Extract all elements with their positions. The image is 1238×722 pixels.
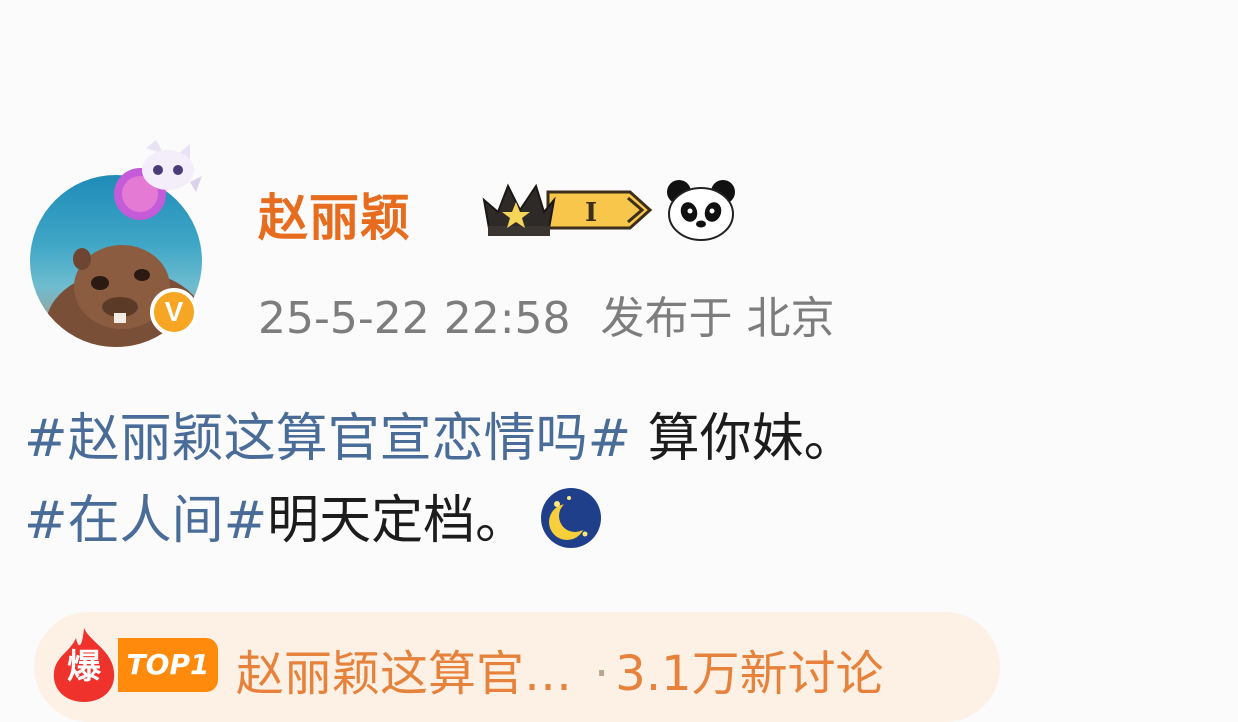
- hot-separator: ·: [594, 646, 610, 702]
- content-line-2: #在人间#明天定档。: [24, 480, 1214, 562]
- post-location: 发布于 北京: [600, 293, 835, 344]
- weibo-post: V 赵丽颖 I 25-5-22 22:58 发布于 北京 #赵丽颖这算官宣恋情吗#…: [0, 0, 1238, 722]
- content-line-1: #赵丽颖这算官宣恋情吗# 算你妹。: [24, 398, 1214, 480]
- hot-search-title: 赵丽颖这算官…: [236, 646, 573, 702]
- hot-discussion-count: 3.1万新讨论: [615, 646, 884, 702]
- post-text-2: 明天定档。: [267, 491, 528, 551]
- post-meta: 25-5-22 22:58 发布于 北京: [258, 282, 865, 346]
- vip-level-label: I: [585, 198, 597, 228]
- cat-pendant-icon: [106, 140, 206, 220]
- post-text-1: 算你妹。: [631, 409, 856, 469]
- panda-icon: [665, 178, 737, 242]
- topic-link-official[interactable]: #赵丽颖这算官宣恋情吗#: [24, 409, 631, 469]
- post-content: #赵丽颖这算官宣恋情吗# 算你妹。 #在人间#明天定档。: [24, 398, 1214, 562]
- avatar[interactable]: V: [30, 140, 210, 350]
- vip-crown-badge-icon[interactable]: I: [478, 178, 658, 240]
- username[interactable]: 赵丽颖: [258, 178, 411, 250]
- top-rank-badge: TOP1: [118, 638, 218, 692]
- bao-label: 爆: [67, 647, 101, 687]
- topic-link-zairenjian[interactable]: #在人间#: [24, 491, 267, 551]
- bao-hot-icon: 爆: [50, 626, 118, 704]
- post-timestamp: 25-5-22 22:58: [258, 293, 571, 344]
- hot-search-text[interactable]: 赵丽颖这算官… · 3.1万新讨论: [236, 634, 884, 704]
- moon-emoji-icon: [539, 486, 603, 550]
- verified-badge-icon: V: [150, 288, 198, 336]
